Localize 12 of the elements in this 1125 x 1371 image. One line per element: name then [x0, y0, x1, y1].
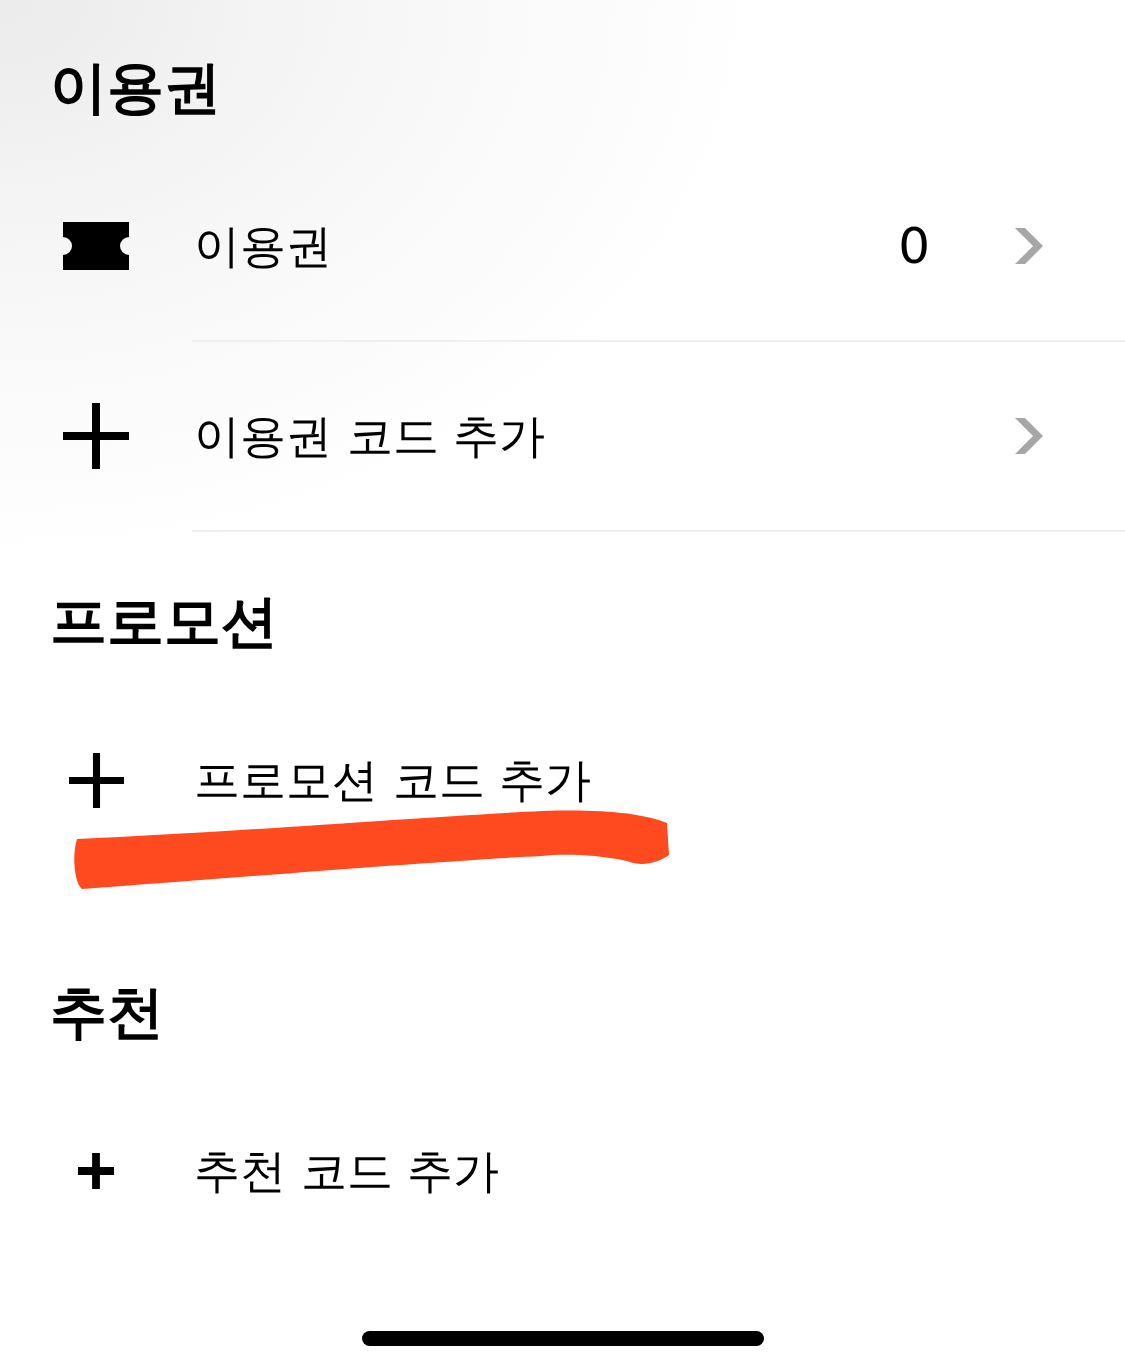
item-count: 0 — [898, 218, 930, 274]
section-title: 추천 — [50, 978, 164, 1047]
list-item[interactable]: 프로모션 코드 추가 — [63, 752, 1043, 808]
plus-icon — [78, 1153, 114, 1189]
plus-icon — [68, 752, 124, 808]
section-title: 이용권 — [50, 53, 221, 122]
plus-icon — [63, 403, 129, 469]
list-item[interactable]: 이용권 0 — [63, 218, 1043, 274]
list-item[interactable]: 추천 코드 추가 — [63, 1143, 1043, 1199]
section-title: 프로모션 — [50, 587, 278, 656]
list-item[interactable]: 이용권 코드 추가 — [63, 403, 1043, 469]
ticket-icon — [63, 222, 129, 270]
